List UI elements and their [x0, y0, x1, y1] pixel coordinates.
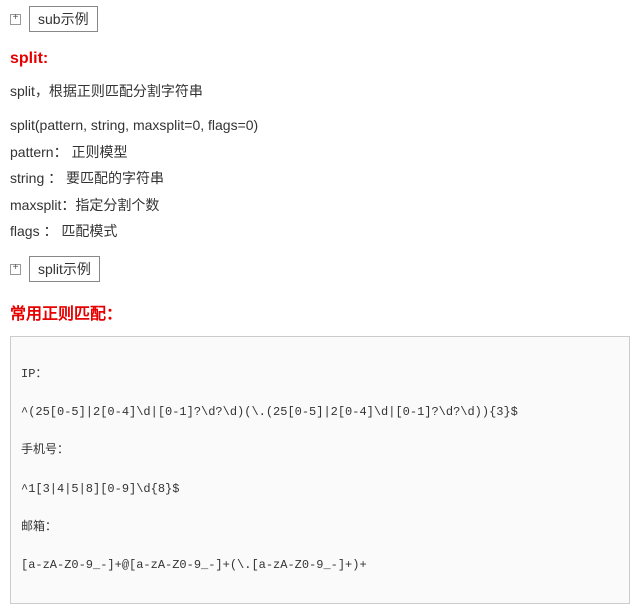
- code-line: [a-zA-Z0-9_-]+@[a-zA-Z0-9_-]+(\.[a-zA-Z0…: [21, 556, 619, 575]
- split-signature: split(pattern, string, maxsplit=0, flags…: [10, 114, 630, 136]
- split-description: split，根据正则匹配分割字符串: [10, 80, 630, 102]
- expand-icon[interactable]: [10, 14, 21, 25]
- expand-split-row: split示例: [10, 256, 630, 282]
- expand-split-label[interactable]: split示例: [29, 256, 100, 282]
- code-line: ^1[3|4|5|8][0-9]\d{8}$: [21, 480, 619, 499]
- param-pattern: pattern： 正则模型: [10, 141, 630, 163]
- code-line: IP：: [21, 365, 619, 384]
- param-string: string ： 要匹配的字符串: [10, 167, 630, 189]
- split-heading: split:: [10, 50, 630, 68]
- common-regex-heading: 常用正则匹配：: [10, 300, 630, 324]
- code-line: 邮箱：: [21, 518, 619, 537]
- param-maxsplit: maxsplit：指定分割个数: [10, 194, 630, 216]
- regex-code-block: IP： ^(25[0-5]|2[0-4]\d|[0-1]?\d?\d)(\.(2…: [10, 336, 630, 603]
- code-line: 手机号：: [21, 441, 619, 460]
- expand-sub-row: sub示例: [10, 6, 630, 32]
- expand-icon[interactable]: [10, 264, 21, 275]
- expand-sub-label[interactable]: sub示例: [29, 6, 98, 32]
- param-flags: flags ： 匹配模式: [10, 220, 630, 242]
- code-line: ^(25[0-5]|2[0-4]\d|[0-1]?\d?\d)(\.(25[0-…: [21, 403, 619, 422]
